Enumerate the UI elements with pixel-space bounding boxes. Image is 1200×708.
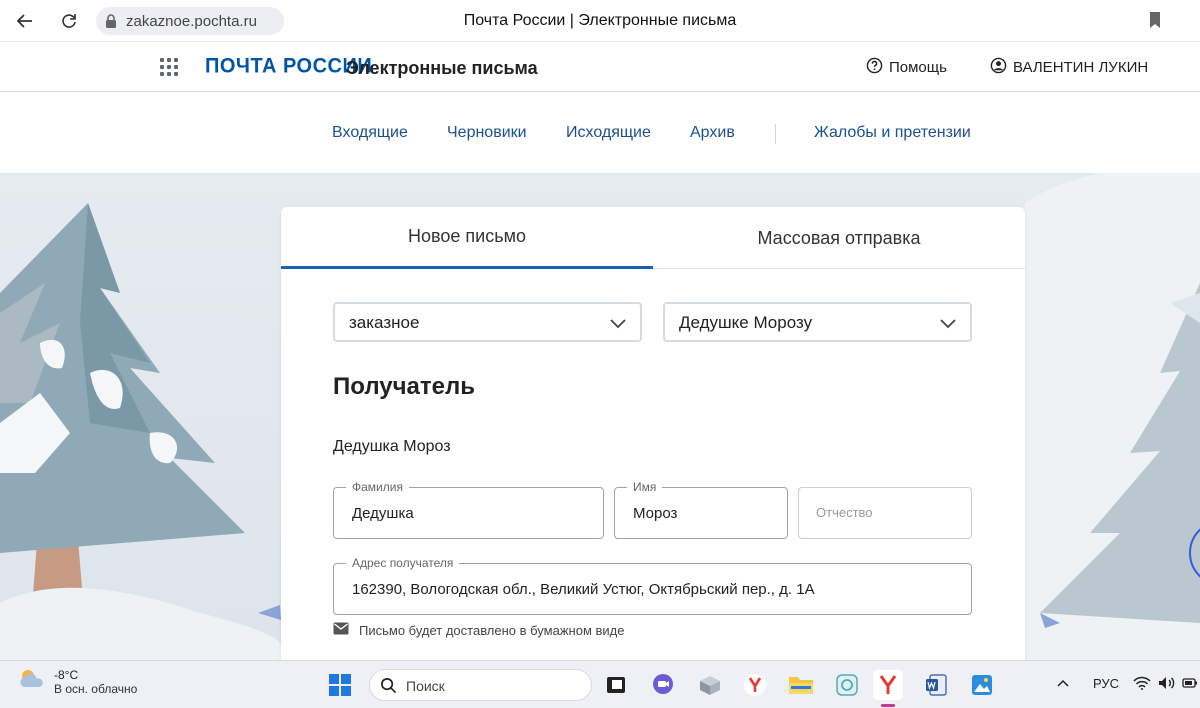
user-name: ВАЛЕНТИН ЛУКИН <box>1013 59 1149 76</box>
nav-item-drafts[interactable]: Черновики <box>447 124 527 142</box>
windows-start-icon[interactable] <box>325 670 355 700</box>
recipient-name: Дедушка Мороз <box>333 438 451 455</box>
surname-label: Фамилия <box>346 480 409 494</box>
service-title: Электронные письма <box>346 58 538 78</box>
question-circle-icon <box>866 57 883 78</box>
template-value: Дедушке Морозу <box>679 313 813 332</box>
site-header: ПОЧТА РОССИИ Электронные письма Помощь В… <box>0 42 1200 92</box>
active-app-indicator <box>881 704 895 707</box>
windows-taskbar: -8°C В осн. облачно Поиск РУС <box>0 660 1200 708</box>
patronymic-placeholder: Отчество <box>816 505 873 520</box>
tab-new-letter[interactable]: Новое письмо <box>281 207 653 269</box>
word-icon[interactable] <box>921 670 951 700</box>
yandex-browser-icon[interactable] <box>740 670 770 700</box>
card-tabs: Новое письмо Массовая отправка <box>281 207 1025 269</box>
tab-mass-sending[interactable]: Массовая отправка <box>653 207 1025 269</box>
patronymic-field[interactable]: Отчество <box>798 487 972 539</box>
main-nav: Входящие Черновики Исходящие Архив Жалоб… <box>0 93 1200 173</box>
weather-desc: В осн. облачно <box>54 681 138 696</box>
battery-icon[interactable] <box>1182 676 1198 693</box>
letter-type-value: заказное <box>349 313 420 332</box>
template-select[interactable]: Дедушке Морозу <box>663 302 972 342</box>
name-value: Мороз <box>633 505 678 522</box>
search-label: Поиск <box>406 678 445 694</box>
weather-temp: -8°C <box>54 667 79 682</box>
yandex-app-icon[interactable] <box>873 670 903 700</box>
nav-item-outgoing[interactable]: Исходящие <box>566 124 651 142</box>
bookmark-icon[interactable] <box>1148 11 1162 34</box>
photos-app-icon[interactable] <box>832 670 862 700</box>
box-app-icon[interactable] <box>695 670 725 700</box>
letter-type-select[interactable]: заказное <box>333 302 642 342</box>
name-label: Имя <box>627 480 663 494</box>
wifi-icon[interactable] <box>1133 676 1151 693</box>
taskbar-search[interactable]: Поиск <box>369 669 592 701</box>
weather-widget[interactable]: -8°C В осн. облачно <box>18 667 137 696</box>
nav-item-inbox[interactable]: Входящие <box>332 124 408 142</box>
name-field[interactable]: Имя Мороз <box>614 480 788 539</box>
search-icon <box>380 677 397 699</box>
address-label: Адрес получателя <box>346 556 460 570</box>
speaker-icon[interactable] <box>1158 676 1176 693</box>
address-field[interactable]: Адрес получателя 162390, Вологодская обл… <box>333 556 972 615</box>
cloud-sun-icon <box>18 667 46 696</box>
surname-value: Дедушка <box>352 505 414 522</box>
surname-field[interactable]: Фамилия Дедушка <box>333 480 604 539</box>
nav-item-archive[interactable]: Архив <box>690 124 735 142</box>
page-tab-title: Почта России | Электронные письма <box>463 12 737 29</box>
help-link[interactable]: Помощь <box>866 57 947 78</box>
chat-app-icon[interactable] <box>648 670 678 700</box>
envelope-icon <box>333 622 349 638</box>
nav-item-complaints[interactable]: Жалобы и претензии <box>814 124 971 142</box>
user-menu[interactable]: ВАЛЕНТИН ЛУКИН <box>990 57 1148 78</box>
help-label: Помощь <box>889 59 947 76</box>
nav-divider <box>775 124 776 144</box>
task-view-icon[interactable] <box>601 670 631 700</box>
chevron-up-icon[interactable] <box>1057 676 1069 691</box>
address-value: 162390, Вологодская обл., Великий Устюг,… <box>352 581 815 598</box>
paper-note-text: Письмо будет доставлено в бумажном виде <box>359 622 625 638</box>
file-explorer-icon[interactable] <box>786 670 816 700</box>
chevron-down-icon <box>940 316 956 334</box>
new-letter-card: Новое письмо Массовая отправка заказное … <box>281 207 1025 667</box>
section-title-recipient: Получатель <box>333 373 475 400</box>
apps-grid-icon[interactable] <box>160 58 178 76</box>
user-avatar-icon <box>990 57 1007 78</box>
paper-delivery-note: Письмо будет доставлено в бумажном виде <box>333 622 624 638</box>
image-viewer-icon[interactable] <box>967 670 997 700</box>
language-indicator[interactable]: РУС <box>1093 676 1119 691</box>
chevron-down-icon <box>610 316 626 334</box>
browser-toolbar: zakaznoe.pochta.ru Почта России | Электр… <box>0 0 1200 42</box>
